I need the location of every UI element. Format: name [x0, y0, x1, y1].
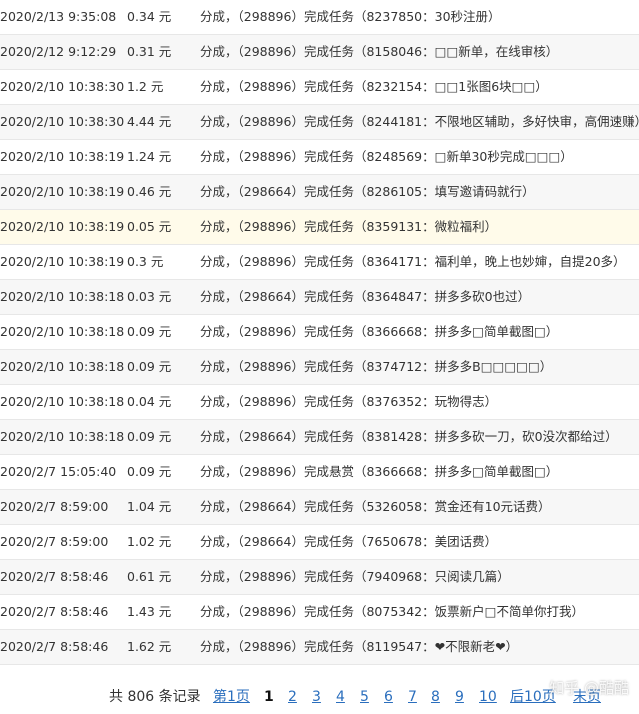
record-time: 2020/2/10 10:38:19 — [0, 149, 125, 164]
record-amount: 0.03 元 — [127, 289, 172, 304]
record-time: 2020/2/13 9:35:08 — [0, 9, 117, 24]
table-row: 2020/2/10 10:38:18 0.03 元 分成，（298664）完成任… — [0, 280, 639, 315]
record-time: 2020/2/7 8:58:46 — [0, 569, 109, 584]
page-link-10[interactable]: 10 — [479, 680, 497, 714]
record-description: 分成，（298896）完成任务（7940968：只阅读几篇） — [200, 569, 510, 584]
table-row: 2020/2/7 8:59:00 1.04 元 分成，（298664）完成任务（… — [0, 490, 639, 525]
table-row: 2020/2/13 9:35:08 0.34 元 分成，（298896）完成任务… — [0, 0, 639, 35]
page-link-8[interactable]: 8 — [431, 680, 440, 714]
record-time: 2020/2/10 10:38:18 — [0, 429, 125, 444]
record-description: 分成，（298896）完成任务（8244181：不限地区辅助，多好快审，高佣速赚… — [200, 114, 639, 129]
record-description: 分成，（298664）完成任务（5326058：赏金还有10元话费） — [200, 499, 551, 514]
record-time: 2020/2/7 15:05:40 — [0, 464, 117, 479]
page-link-4[interactable]: 4 — [336, 680, 345, 714]
record-amount: 1.43 元 — [127, 604, 172, 619]
record-amount: 0.46 元 — [127, 184, 172, 199]
table-row: 2020/2/10 10:38:30 4.44 元 分成，（298896）完成任… — [0, 105, 639, 140]
table-row: 2020/2/7 8:58:46 1.43 元 分成，（298896）完成任务（… — [0, 595, 639, 630]
record-description: 分成，（298896）完成任务（8248569：□新单30秒完成□□□） — [200, 149, 573, 164]
record-amount: 0.34 元 — [127, 9, 172, 24]
record-description: 分成，（298896）完成任务（8359131：微粒福利） — [200, 219, 498, 234]
page-link-6[interactable]: 6 — [384, 680, 393, 714]
record-description: 分成，（298896）完成任务（8232154：□□1张图6块□□） — [200, 79, 548, 94]
record-time: 2020/2/10 10:38:30 — [0, 79, 125, 94]
record-amount: 0.04 元 — [127, 394, 172, 409]
record-amount: 0.09 元 — [127, 464, 172, 479]
record-description: 分成，（298664）完成任务（8364847：拼多多砍0也过） — [200, 289, 531, 304]
table-row: 2020/2/10 10:38:19 0.3 元 分成，（298896）完成任务… — [0, 245, 639, 280]
record-amount: 1.62 元 — [127, 639, 172, 654]
record-description: 分成，（298896）完成任务（8075342：饭票新户□不简单你打我） — [200, 604, 584, 619]
table-row: 2020/2/12 9:12:29 0.31 元 分成，（298896）完成任务… — [0, 35, 639, 70]
table-row: 2020/2/7 15:05:40 0.09 元 分成，（298896）完成悬赏… — [0, 455, 639, 490]
record-amount: 1.24 元 — [127, 149, 172, 164]
table-row: 2020/2/10 10:38:18 0.09 元 分成，（298896）完成任… — [0, 350, 639, 385]
table-row: 2020/2/10 10:38:18 0.04 元 分成，（298896）完成任… — [0, 385, 639, 420]
record-amount: 0.3 元 — [127, 254, 164, 269]
record-time: 2020/2/10 10:38:19 — [0, 184, 125, 199]
table-row: 2020/2/10 10:38:19 1.24 元 分成，（298896）完成任… — [0, 140, 639, 175]
page-link-2[interactable]: 2 — [288, 680, 297, 714]
table-row: 2020/2/7 8:58:46 1.62 元 分成，（298896）完成任务（… — [0, 630, 639, 665]
record-time: 2020/2/12 9:12:29 — [0, 44, 117, 59]
record-amount: 0.09 元 — [127, 324, 172, 339]
record-description: 分成，（298896）完成任务（8366668：拼多多□简单截图□） — [200, 324, 559, 339]
table-row: 2020/2/10 10:38:30 1.2 元 分成，（298896）完成任务… — [0, 70, 639, 105]
record-time: 2020/2/10 10:38:18 — [0, 289, 125, 304]
record-time: 2020/2/10 10:38:18 — [0, 394, 125, 409]
table-row-hovered: 2020/2/10 10:38:19 0.05 元 分成，（298896）完成任… — [0, 210, 639, 245]
record-description: 分成，（298664）完成任务（8381428：拼多多砍一刀，砍0没次都给过） — [200, 429, 618, 444]
table-row: 2020/2/10 10:38:18 0.09 元 分成，（298896）完成任… — [0, 315, 639, 350]
table-row: 2020/2/10 10:38:18 0.09 元 分成，（298664）完成任… — [0, 420, 639, 455]
page-link-3[interactable]: 3 — [312, 680, 321, 714]
record-time: 2020/2/10 10:38:30 — [0, 114, 125, 129]
record-amount: 0.09 元 — [127, 359, 172, 374]
record-description: 分成，（298896）完成任务（8119547：❤不限新老❤） — [200, 639, 519, 654]
record-amount: 1.02 元 — [127, 534, 172, 549]
record-description: 分成，（298896）完成悬赏（8366668：拼多多□简单截图□） — [200, 464, 559, 479]
table-row: 2020/2/7 8:58:46 0.61 元 分成，（298896）完成任务（… — [0, 560, 639, 595]
record-description: 分成，（298896）完成任务（8364171：福利单，晚上也妙婶，自提20多） — [200, 254, 626, 269]
page-link-7[interactable]: 7 — [408, 680, 417, 714]
record-amount: 1.04 元 — [127, 499, 172, 514]
record-amount: 0.09 元 — [127, 429, 172, 444]
record-amount: 0.31 元 — [127, 44, 172, 59]
table-row: 2020/2/7 8:59:00 1.02 元 分成，（298664）完成任务（… — [0, 525, 639, 560]
record-amount: 0.05 元 — [127, 219, 172, 234]
record-description: 分成，（298896）完成任务（8374712：拼多多B□□□□□） — [200, 359, 553, 374]
table-row: 2020/2/10 10:38:19 0.46 元 分成，（298664）完成任… — [0, 175, 639, 210]
record-time: 2020/2/7 8:58:46 — [0, 639, 109, 654]
page-link-5[interactable]: 5 — [360, 680, 369, 714]
record-amount: 4.44 元 — [127, 114, 172, 129]
record-description: 分成，（298664）完成任务（7650678：美团话费） — [200, 534, 498, 549]
record-description: 分成，（298896）完成任务（8376352：玩物得志） — [200, 394, 498, 409]
record-amount: 0.61 元 — [127, 569, 172, 584]
page-link-9[interactable]: 9 — [455, 680, 464, 714]
record-time: 2020/2/10 10:38:18 — [0, 359, 125, 374]
current-page: 1 — [264, 689, 274, 705]
zhihu-watermark: 知乎 @酷酷 — [549, 679, 629, 697]
record-description: 分成，（298896）完成任务（8158046：□□新单，在线审核） — [200, 44, 559, 59]
records-table: 2020/2/13 9:35:08 0.34 元 分成，（298896）完成任务… — [0, 0, 639, 665]
total-records-label: 共 806 条记录 — [109, 689, 201, 705]
record-time: 2020/2/7 8:59:00 — [0, 534, 109, 549]
pagination: 共 806 条记录 第1页 1 2 3 4 5 6 7 8 9 10 后10页 … — [0, 680, 639, 714]
record-time: 2020/2/7 8:58:46 — [0, 604, 109, 619]
record-time: 2020/2/7 8:59:00 — [0, 499, 109, 514]
record-amount: 1.2 元 — [127, 79, 164, 94]
record-description: 分成，（298896）完成任务（8237850：30秒注册） — [200, 9, 501, 24]
record-time: 2020/2/10 10:38:19 — [0, 219, 125, 234]
record-time: 2020/2/10 10:38:18 — [0, 324, 125, 339]
record-time: 2020/2/10 10:38:19 — [0, 254, 125, 269]
first-page-link[interactable]: 第1页 — [213, 680, 250, 714]
record-description: 分成，（298664）完成任务（8286105：填写邀请码就行） — [200, 184, 535, 199]
